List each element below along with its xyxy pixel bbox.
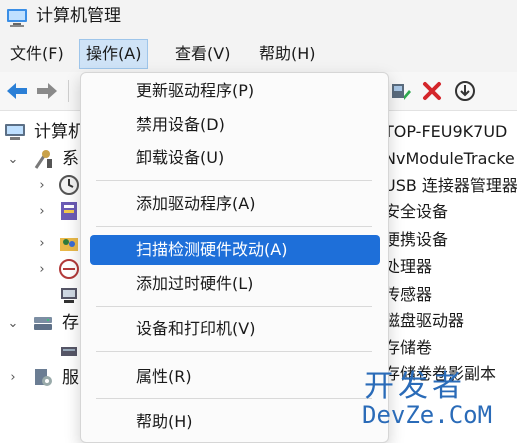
right-item-disk[interactable]: 磁盘驱动器 [384,309,464,333]
event-viewer-icon [61,202,77,220]
services-icon [35,369,52,386]
watermark-text: 开发者 [364,369,466,404]
chevron-right-icon[interactable]: › [36,178,48,193]
menu-item-update-driver[interactable]: 更新驱动程序(P) [90,76,380,106]
disk-management-icon [61,347,77,356]
chevron-right-icon[interactable]: › [36,204,48,219]
tree-system-tools[interactable]: 系 [62,147,79,171]
menu-item-disable-device[interactable]: 禁用设备(D) [90,110,380,140]
right-item-storage-volume[interactable]: 存储卷 [384,336,432,360]
menu-item-scan-hardware[interactable]: 扫描检测硬件改动(A) [90,235,380,265]
menu-item-label: 卸载设备(U) [136,148,225,167]
watermark-domain: DevZe.CoM [362,401,493,429]
shared-folders-icon [60,238,78,251]
forward-arrow-icon[interactable] [34,78,60,104]
menu-item-label: 设备和打印机(V) [136,319,256,338]
tree-root-computer[interactable]: 计算机 [34,120,85,144]
chevron-right-icon[interactable]: › [7,370,19,385]
menu-item-properties[interactable]: 属性(R) [90,362,380,392]
task-scheduler-icon [59,175,79,195]
computer-management-icon [7,9,27,27]
menu-item-help[interactable]: 帮助(H) [90,407,380,437]
menu-item-label: 帮助(H) [136,412,193,431]
computer-icon [5,124,25,140]
menu-item-uninstall-device[interactable]: 卸载设备(U) [90,143,380,173]
menu-item-label: 扫描检测硬件改动(A) [136,240,288,259]
menu-separator [96,226,372,227]
device-manager-icon [61,288,77,303]
menu-item-label: 禁用设备(D) [136,115,225,134]
right-item-portable[interactable]: 便携设备 [384,228,448,252]
system-tools-icon [34,150,52,169]
chevron-right-icon[interactable]: › [36,236,48,251]
chevron-down-icon[interactable]: ⌄ [7,152,19,167]
window-title: 计算机管理 [36,6,121,26]
chevron-right-icon[interactable]: › [36,262,48,277]
menu-item-devices-printers[interactable]: 设备和打印机(V) [90,314,380,344]
menu-separator [96,306,372,307]
tree-storage[interactable]: 存 [62,311,79,335]
toolbar-divider [68,80,69,102]
right-item-security[interactable]: 安全设备 [384,200,448,224]
menu-item-label: 更新驱动程序(P) [136,81,255,100]
right-item-computer[interactable]: TOP-FEU9K7UD [384,120,507,144]
menu-help[interactable]: 帮助(H) [253,40,322,68]
menu-separator [96,398,372,399]
right-item-nvmodule[interactable]: NvModuleTracke [384,147,515,171]
chevron-down-icon[interactable]: ⌄ [7,316,19,331]
menu-item-add-driver[interactable]: 添加驱动程序(A) [90,189,380,219]
performance-icon [59,259,79,279]
menu-item-label: 属性(R) [136,367,192,386]
menu-file[interactable]: 文件(F) [4,40,70,68]
right-item-usb[interactable]: USB 连接器管理器 [384,174,517,198]
menu-action[interactable]: 操作(A) [79,39,149,69]
menu-item-label: 添加过时硬件(L) [136,274,254,293]
menu-item-label: 添加驱动程序(A) [136,194,256,213]
download-icon[interactable] [452,78,478,104]
remove-icon[interactable] [419,78,445,104]
menu-separator [96,180,372,181]
menu-item-add-legacy-hardware[interactable]: 添加过时硬件(L) [90,269,380,299]
right-item-processor[interactable]: 处理器 [384,255,432,279]
menu-view[interactable]: 查看(V) [169,40,236,68]
back-arrow-icon[interactable] [4,78,30,104]
storage-icon [34,317,52,330]
tree-services[interactable]: 服 [62,366,79,390]
update-driver-icon[interactable] [388,78,414,104]
right-item-sensor[interactable]: 传感器 [384,283,432,307]
menu-separator [96,351,372,352]
